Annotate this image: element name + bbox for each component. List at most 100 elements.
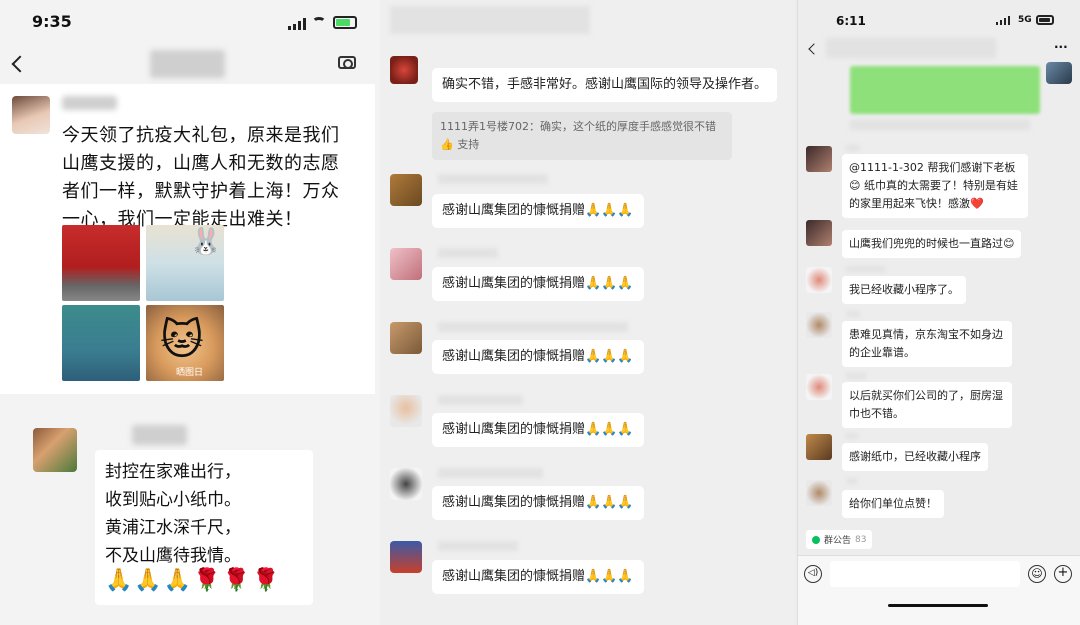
photo-watermark: 晒图日 [176,368,204,378]
poem-line: 收到贴心小纸巾。 [105,490,241,510]
battery-icon [333,16,357,29]
chat-message: 以后就买你们公司的了，厨房湿巾也不错。 [842,382,1012,428]
member-avatar[interactable] [390,174,422,206]
thanks-emojis: 🙏🙏🙏 [585,569,634,584]
sender-avatar[interactable] [33,428,77,472]
thanks-emojis: 🙏🙏🙏 [585,276,634,291]
member-name-redacted [438,248,498,258]
member-name-redacted [438,395,523,405]
member-name-redacted [846,145,860,151]
member-name-redacted [438,468,543,478]
cat-icon: 🐱 [160,315,204,364]
thanks-message: 感谢山鹰集团的慷慨捐赠🙏🙏🙏 [432,267,644,301]
input-bar: ◁) ☺ + [798,555,1080,625]
back-icon[interactable] [11,55,29,73]
member-name-redacted [846,266,886,272]
member-avatar[interactable] [390,56,418,84]
post-line: 今天领了抗疫大礼包，原来是我们 [62,125,340,146]
status-bar: 9:35 [0,0,380,44]
quote-reaction: 👍 支持 [440,138,480,151]
moments-panel: 9:35 今天领了抗疫大礼包，原来是我们 山鹰支援的，山鹰人和无数的志愿 者们一… [0,0,380,625]
network-label: 5G [1018,15,1032,25]
redacted-green-message [850,66,1040,114]
thanks-text: 感谢山鹰集团的慷慨捐赠 [442,495,586,510]
add-icon[interactable]: + [1054,565,1072,583]
poem-line: 黄浦江水深千尺， [105,518,241,538]
member-name-redacted [846,311,860,317]
camera-icon[interactable] [338,56,356,69]
redacted-caption [850,120,1030,130]
wifi-icon [312,17,326,27]
member-avatar[interactable] [806,267,832,293]
thanks-text: 感谢山鹰集团的慷慨捐赠 [442,349,586,364]
thanks-emojis: 🙏🙏🙏 [585,203,634,218]
member-avatar[interactable] [390,248,422,280]
chat-message: 患难见真情，京东淘宝不如身边的企业靠谱。 [842,321,1012,367]
poem-line: 不及山鹰待我情。 [105,546,241,566]
message-input[interactable] [830,561,1020,587]
photo-truck[interactable] [62,225,140,301]
sender-name-redacted[interactable] [132,425,187,445]
poster-avatar[interactable] [12,96,50,134]
photo-boxes[interactable]: 🐰 [146,225,224,301]
thanks-message: 感谢山鹰集团的慷慨捐赠🙏🙏🙏 [432,486,644,520]
chat-message: @1111-1-302 帮我们感谢下老板😊 纸巾真的太需要了！特别是有娃的家里用… [842,154,1028,218]
member-avatar[interactable] [806,146,832,172]
thanks-emojis: 🙏🙏🙏 [585,349,634,364]
second-group-chat-panel: 6:11 5G ··· @1111-1-302 帮我们感谢下老板😊 纸巾真的太需… [797,0,1080,625]
chat-message: 山鹰我们兜兜的时候也一直路过😊 [842,230,1022,258]
post-line: 者们一样，默默守护着上海！万众 [62,181,340,202]
signal-icon [996,16,1010,25]
status-time: 9:35 [32,12,72,31]
group-chat-panel: 确实不错，手感非常好。感谢山鹰国际的领导及操作者。 1111弄1号楼702：确实… [380,0,795,625]
member-name-redacted [438,322,628,332]
chat-message: 我已经收藏小程序了。 [842,276,966,304]
moments-post: 今天领了抗疫大礼包，原来是我们 山鹰支援的，山鹰人和无数的志愿 者们一样，默默守… [0,84,375,394]
member-avatar[interactable] [806,374,832,400]
member-avatar[interactable] [806,312,832,338]
title-redacted [150,50,225,78]
back-icon[interactable] [808,43,820,55]
thanks-message: 感谢山鹰集团的慷慨捐赠🙏🙏🙏 [432,340,644,374]
poster-name-redacted[interactable] [62,96,117,110]
quoted-message: 1111弄1号楼702：确实，这个纸的厚度手感感觉很不错 👍 支持 [432,112,732,160]
chat-message: 感谢纸巾，已经收藏小程序 [842,443,988,471]
group-notice-label: 群公告 [824,536,852,546]
member-name-redacted [846,478,858,484]
handwritten-text: 封控在家难出行， 收到贴心小纸巾。 黄浦江水深千尺， 不及山鹰待我情。 [105,458,241,570]
home-indicator [888,604,988,607]
chat-title-redacted [826,38,996,58]
post-line: 山鹰支援的，山鹰人和无数的志愿 [62,153,340,174]
thanks-text: 感谢山鹰集团的慷慨捐赠 [442,276,586,291]
member-avatar[interactable] [390,541,422,573]
member-name-redacted [846,433,858,439]
photo-stacked-boxes[interactable] [62,305,140,381]
member-name-redacted [846,373,866,379]
notice-icon [812,535,820,544]
member-avatar[interactable] [806,434,832,460]
bunny-sticker-icon: 🐰 [189,227,222,257]
member-name-redacted [438,541,518,551]
handwritten-message: 封控在家难出行， 收到贴心小纸巾。 黄浦江水深千尺， 不及山鹰待我情。 🙏🙏🙏🌹… [95,450,313,605]
member-avatar[interactable] [390,322,422,354]
emoji-icon[interactable]: ☺ [1028,565,1046,583]
thanks-message: 感谢山鹰集团的慷慨捐赠🙏🙏🙏 [432,560,644,594]
member-avatar[interactable] [390,468,422,500]
voice-icon[interactable]: ◁) [804,565,822,583]
thanks-text: 感谢山鹰集团的慷慨捐赠 [442,203,586,218]
nav-bar [0,44,380,84]
chat-message: 确实不错，手感非常好。感谢山鹰国际的领导及操作者。 [432,68,778,102]
more-icon[interactable]: ··· [1054,40,1068,54]
self-avatar[interactable] [1046,62,1072,84]
group-notice-count: 83 [855,534,867,545]
member-avatar[interactable] [390,395,422,427]
quote-text: 1111弄1号楼702：确实，这个纸的厚度手感感觉很不错 [440,120,716,133]
thanks-emojis: 🙏🙏🙏 [585,422,634,437]
photo-cat[interactable]: 🐱 晒图日 [146,305,224,381]
group-notice-chip[interactable]: 群公告 83 [806,530,873,549]
member-avatar[interactable] [806,220,832,246]
thanks-text: 感谢山鹰集团的慷慨捐赠 [442,422,586,437]
member-avatar[interactable] [806,480,832,506]
emoji-row: 🙏🙏🙏🌹🌹🌹 [105,568,282,593]
thanks-emojis: 🙏🙏🙏 [585,495,634,510]
